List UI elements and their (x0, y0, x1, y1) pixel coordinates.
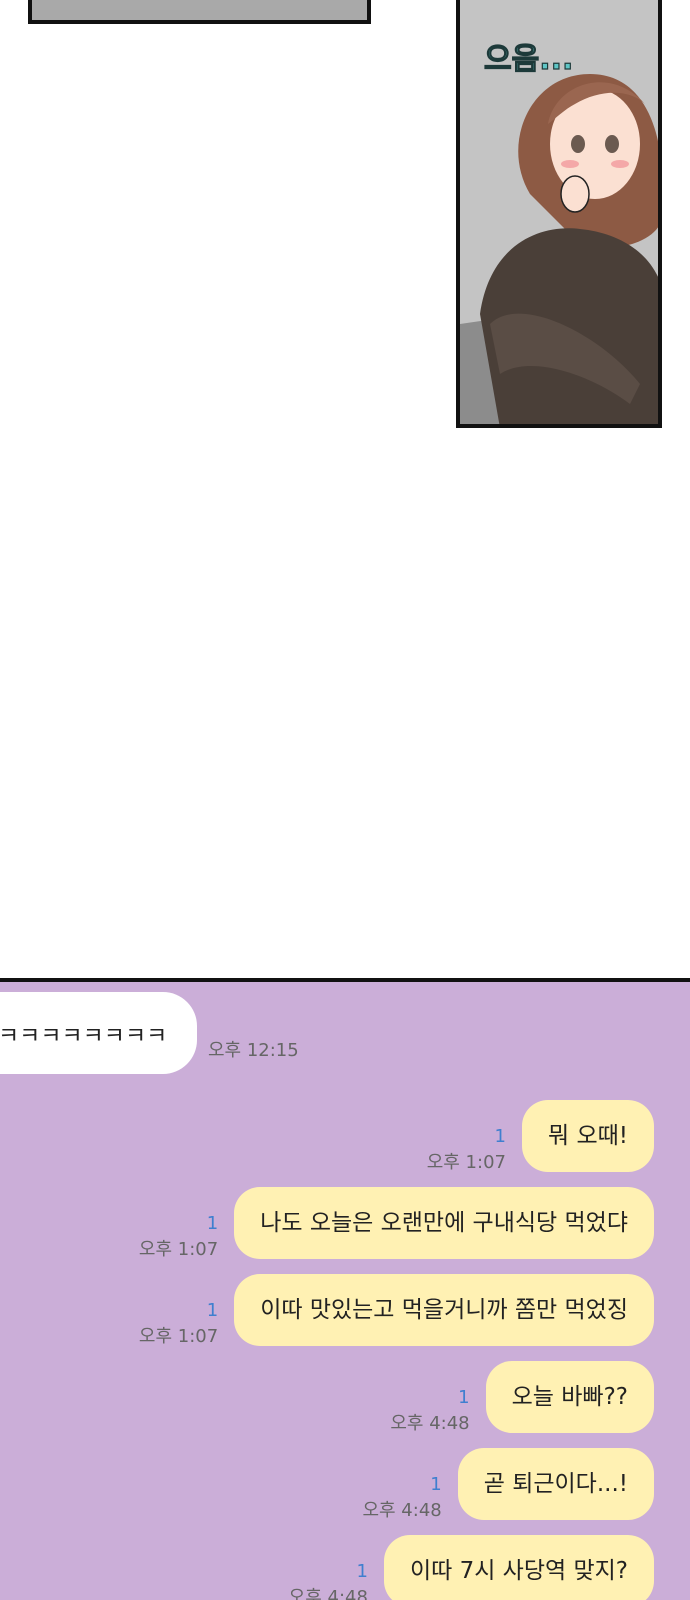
read-count: 1 (206, 1213, 219, 1234)
message-bubble: 곧 퇴근이다...! (457, 1448, 654, 1520)
comic-panel-top (28, 0, 371, 24)
incoming-message-bubble: ㅋㅋㅋㅋㅋㅋㅋㅋ (0, 992, 198, 1074)
woman-thinking-illustration: 으음... (460, 41, 658, 424)
message-time: 오후 1:07 (426, 1152, 506, 1173)
comic-panel-woman: 으음... (456, 0, 662, 428)
sound-effect-text: 으음... (484, 42, 573, 77)
message-bubble: 이따 맛있는고 먹을거니까 쫌만 먹었징 (234, 1274, 654, 1346)
message-bubble: 나도 오늘은 오랜만에 구내식당 먹었댜 (234, 1187, 654, 1259)
message-time: 오후 4:48 (362, 1500, 442, 1521)
message-time: 오후 1:07 (138, 1239, 219, 1260)
message-time: 오후 1:07 (138, 1326, 219, 1347)
outgoing-message-6: 1 오후 4:48 이따 7시 사당역 맞지? (289, 1535, 654, 1600)
outgoing-message-4: 1 오후 4:48 오늘 바빠?? (390, 1361, 654, 1434)
chat-screen: ㅋㅋㅋㅋㅋㅋㅋㅋ 오후 12:15 1 오후 1:07 뭐 오때! 1 오후 1… (0, 978, 690, 1600)
message-bubble: 뭐 오때! (521, 1100, 654, 1172)
message-bubble: 이따 7시 사당역 맞지? (383, 1535, 654, 1600)
outgoing-message-3: 1 오후 1:07 이따 맛있는고 먹을거니까 쫌만 먹었징 (138, 1274, 654, 1347)
outgoing-message-2: 1 오후 1:07 나도 오늘은 오랜만에 구내식당 먹었댜 (138, 1187, 654, 1260)
read-count: 1 (494, 1126, 506, 1147)
outgoing-message-1: 1 오후 1:07 뭐 오때! (426, 1100, 654, 1173)
read-count: 1 (430, 1474, 442, 1495)
read-count: 1 (356, 1561, 368, 1582)
outgoing-message-5: 1 오후 4:48 곧 퇴근이다...! (362, 1448, 654, 1521)
message-bubble: 오늘 바빠?? (485, 1361, 654, 1433)
incoming-message-time: 오후 12:15 (208, 1040, 299, 1061)
message-time: 오후 4:48 (390, 1413, 470, 1434)
message-time: 오후 4:48 (288, 1587, 368, 1600)
read-count: 1 (458, 1387, 470, 1408)
read-count: 1 (206, 1300, 219, 1321)
